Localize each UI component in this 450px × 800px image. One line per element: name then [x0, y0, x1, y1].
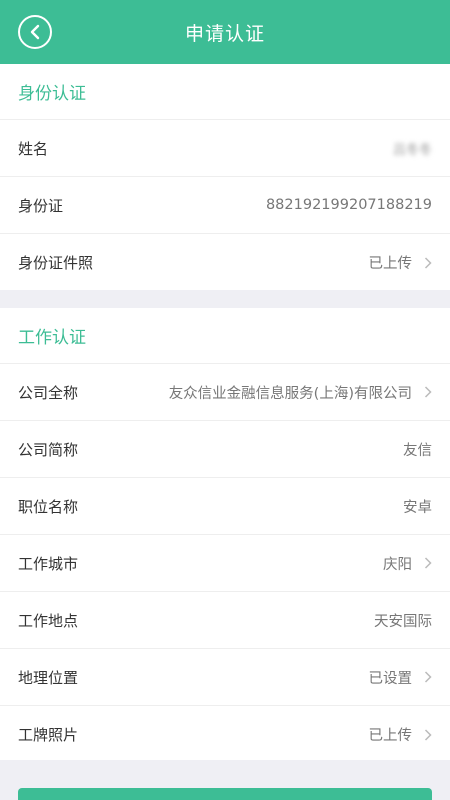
id-photo-row[interactable]: 身份证件照 已上传 [0, 234, 450, 291]
position-label: 职位名称 [18, 497, 79, 516]
chevron-right-icon [424, 386, 432, 398]
chevron-right-icon [424, 728, 432, 741]
work-city-label: 工作城市 [18, 554, 79, 573]
company-fullname-value: 友众信业金融信息服务(上海)有限公司 [168, 385, 412, 402]
work-section: 工作认证 公司全称 友众信业金融信息服务(上海)有限公司 公司简称 友信 职位名… [0, 308, 450, 760]
page-title: 申请认证 [184, 22, 265, 45]
work-city-value: 庆阳 [383, 556, 412, 573]
company-fullname-row[interactable]: 公司全称 友众信业金融信息服务(上海)有限公司 [0, 364, 450, 421]
company-shortname-row: 公司简称 友信 [0, 421, 450, 478]
company-fullname-label: 公司全称 [18, 383, 79, 402]
chevron-right-icon [424, 256, 432, 269]
geo-location-value: 已设置 [368, 670, 413, 687]
company-shortname-value: 友信 [403, 442, 432, 459]
badge-photo-label: 工牌照片 [18, 726, 79, 744]
submit-button[interactable] [18, 788, 432, 800]
geo-location-label: 地理位置 [18, 668, 79, 687]
chevron-right-icon [424, 671, 432, 683]
id-number-label: 身份证 [18, 196, 64, 215]
badge-photo-value: 已上传 [368, 728, 413, 744]
id-number-row: 身份证 882192199207188219 [0, 177, 450, 234]
work-place-row: 工作地点 天安国际 [0, 592, 450, 649]
work-place-value: 天安国际 [374, 613, 432, 630]
id-photo-value: 已上传 [368, 256, 413, 272]
work-section-title: 工作认证 [0, 308, 450, 364]
position-row: 职位名称 安卓 [0, 478, 450, 535]
identity-section-title: 身份认证 [0, 64, 450, 120]
back-arrow-icon [30, 24, 40, 40]
top-bar: 申请认证 [0, 0, 450, 64]
name-label: 姓名 [18, 139, 49, 158]
chevron-right-icon [424, 557, 432, 569]
work-city-row[interactable]: 工作城市 庆阳 [0, 535, 450, 592]
name-row: 姓名 吕冬冬 [0, 120, 450, 177]
badge-photo-row[interactable]: 工牌照片 已上传 [0, 706, 450, 763]
geo-location-row[interactable]: 地理位置 已设置 [0, 649, 450, 706]
id-number-value: 882192199207188219 [265, 197, 432, 213]
position-value: 安卓 [403, 499, 432, 516]
id-photo-label: 身份证件照 [18, 254, 94, 272]
name-value: 吕冬冬 [392, 142, 432, 158]
work-place-label: 工作地点 [18, 611, 79, 630]
company-shortname-label: 公司简称 [18, 440, 79, 459]
identity-section: 身份认证 姓名 吕冬冬 身份证 882192199207188219 身份证件照… [0, 64, 450, 290]
back-button[interactable] [18, 15, 52, 49]
